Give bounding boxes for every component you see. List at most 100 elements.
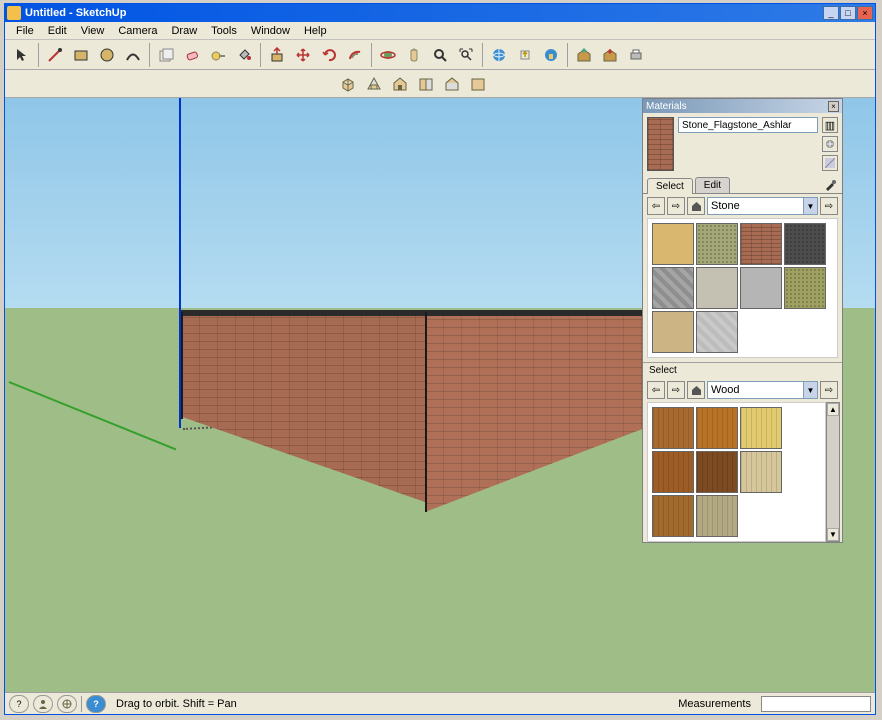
rectangle-tool[interactable] <box>69 43 93 67</box>
materials-panel-titlebar[interactable]: Materials × <box>643 99 842 113</box>
warehouse-tool-2[interactable] <box>598 43 622 67</box>
menu-tools[interactable]: Tools <box>204 24 244 38</box>
menubar: File Edit View Camera Draw Tools Window … <box>5 22 875 40</box>
select-tool[interactable] <box>10 43 34 67</box>
nav-back-button[interactable]: ⇦ <box>647 197 665 215</box>
status-info-button[interactable]: ? <box>9 695 29 713</box>
menu-window[interactable]: Window <box>244 24 297 38</box>
status-geo-button[interactable] <box>57 695 77 713</box>
orbit-tool[interactable] <box>376 43 400 67</box>
materials-panel-title: Materials <box>646 101 828 112</box>
swatch-stone-mossy[interactable] <box>784 267 826 309</box>
measurements-input[interactable] <box>761 696 871 712</box>
close-button[interactable]: × <box>857 6 873 20</box>
tape-measure-tool[interactable] <box>206 43 230 67</box>
details-button[interactable]: ⇨ <box>820 197 838 215</box>
pan-tool[interactable] <box>402 43 426 67</box>
swatch-stone-tile-light[interactable] <box>696 267 738 309</box>
material-name-input[interactable] <box>678 117 818 133</box>
edit-tab[interactable]: Edit <box>695 177 730 193</box>
swatch-stone-granite-green[interactable] <box>696 223 738 265</box>
menu-view[interactable]: View <box>74 24 112 38</box>
push-pull-tool[interactable] <box>265 43 289 67</box>
menu-draw[interactable]: Draw <box>164 24 204 38</box>
offset-tool[interactable] <box>343 43 367 67</box>
menu-edit[interactable]: Edit <box>41 24 74 38</box>
zoom-tool[interactable] <box>428 43 452 67</box>
swatch-stone-polished-grey[interactable] <box>696 311 738 353</box>
nav-home-button-2[interactable] <box>687 381 705 399</box>
create-material-button[interactable] <box>822 136 838 152</box>
arc-tool[interactable] <box>121 43 145 67</box>
window-title: Untitled - SketchUp <box>25 7 823 19</box>
get-models-tool[interactable] <box>487 43 511 67</box>
nav-back-button-2[interactable]: ⇦ <box>647 381 665 399</box>
app-icon <box>7 6 21 20</box>
scroll-track[interactable] <box>827 416 839 528</box>
nav-forward-button-2[interactable]: ⇨ <box>667 381 685 399</box>
iso-view[interactable] <box>336 72 360 96</box>
menu-file[interactable]: File <box>9 24 41 38</box>
print-tool[interactable] <box>624 43 648 67</box>
swatch-stone-granite-dark[interactable] <box>784 223 826 265</box>
default-material-button[interactable] <box>822 155 838 171</box>
menu-help[interactable]: Help <box>297 24 334 38</box>
nav-home-button[interactable] <box>687 197 705 215</box>
status-help-button[interactable]: ? <box>86 695 106 713</box>
minimize-button[interactable]: _ <box>823 6 839 20</box>
move-tool[interactable] <box>291 43 315 67</box>
swatch-wood-driftwood[interactable] <box>696 495 738 537</box>
swatch-wood-walnut[interactable] <box>652 451 694 493</box>
status-hint: Drag to orbit. Shift = Pan <box>110 698 668 710</box>
views-toolbar <box>5 70 875 98</box>
wood-scrollbar[interactable]: ▲ ▼ <box>826 402 840 542</box>
menu-camera[interactable]: Camera <box>111 24 164 38</box>
swatch-stone-flagstone-ashlar[interactable] <box>740 223 782 265</box>
swatch-wood-teak[interactable] <box>652 495 694 537</box>
swatch-wood-oak[interactable] <box>652 407 694 449</box>
dropdown-arrow-icon[interactable]: ▼ <box>803 382 817 398</box>
sample-paint-button[interactable] <box>822 177 838 193</box>
make-component-tool[interactable] <box>154 43 178 67</box>
materials-panel[interactable]: Materials × ▥ Select Edit ⇦ ⇨ Stone <box>642 98 843 543</box>
swatch-wood-pine-light[interactable] <box>740 407 782 449</box>
left-view[interactable] <box>466 72 490 96</box>
rotate-tool[interactable] <box>317 43 341 67</box>
swatch-wood-mahogany-dark[interactable] <box>696 451 738 493</box>
swatch-stone-travertine[interactable] <box>652 311 694 353</box>
paint-bucket-tool[interactable] <box>232 43 256 67</box>
share-model-tool[interactable] <box>513 43 537 67</box>
warehouse-tool-1[interactable] <box>572 43 596 67</box>
swatch-wood-cherry[interactable] <box>696 407 738 449</box>
right-view[interactable] <box>414 72 438 96</box>
category-dropdown-stone[interactable]: Stone ▼ <box>707 197 818 215</box>
circle-tool[interactable] <box>95 43 119 67</box>
back-view[interactable] <box>440 72 464 96</box>
scroll-up-button[interactable]: ▲ <box>827 403 839 416</box>
dropdown-arrow-icon[interactable]: ▼ <box>803 198 817 214</box>
swatch-stone-marble-grey[interactable] <box>652 267 694 309</box>
wood-swatch-grid <box>647 402 826 542</box>
top-view[interactable] <box>362 72 386 96</box>
secondary-section-label: Select <box>643 362 842 378</box>
get-photo-texture-tool[interactable] <box>539 43 563 67</box>
details-button-2[interactable]: ⇨ <box>820 381 838 399</box>
maximize-button[interactable]: □ <box>840 6 856 20</box>
select-tab[interactable]: Select <box>647 178 693 194</box>
stone-swatch-grid <box>647 218 838 358</box>
current-material-preview[interactable] <box>647 117 674 171</box>
front-view[interactable] <box>388 72 412 96</box>
scroll-down-button[interactable]: ▼ <box>827 528 839 541</box>
swatch-wood-ash[interactable] <box>740 451 782 493</box>
line-tool[interactable] <box>43 43 67 67</box>
display-secondary-pane-button[interactable]: ▥ <box>822 117 838 133</box>
materials-panel-close[interactable]: × <box>828 101 839 112</box>
eraser-tool[interactable] <box>180 43 204 67</box>
status-user-button[interactable] <box>33 695 53 713</box>
nav-forward-button[interactable]: ⇨ <box>667 197 685 215</box>
swatch-stone-concrete[interactable] <box>740 267 782 309</box>
titlebar[interactable]: Untitled - SketchUp _ □ × <box>5 4 875 22</box>
swatch-stone-sand[interactable] <box>652 223 694 265</box>
zoom-extents-tool[interactable] <box>454 43 478 67</box>
category-dropdown-wood[interactable]: Wood ▼ <box>707 381 818 399</box>
